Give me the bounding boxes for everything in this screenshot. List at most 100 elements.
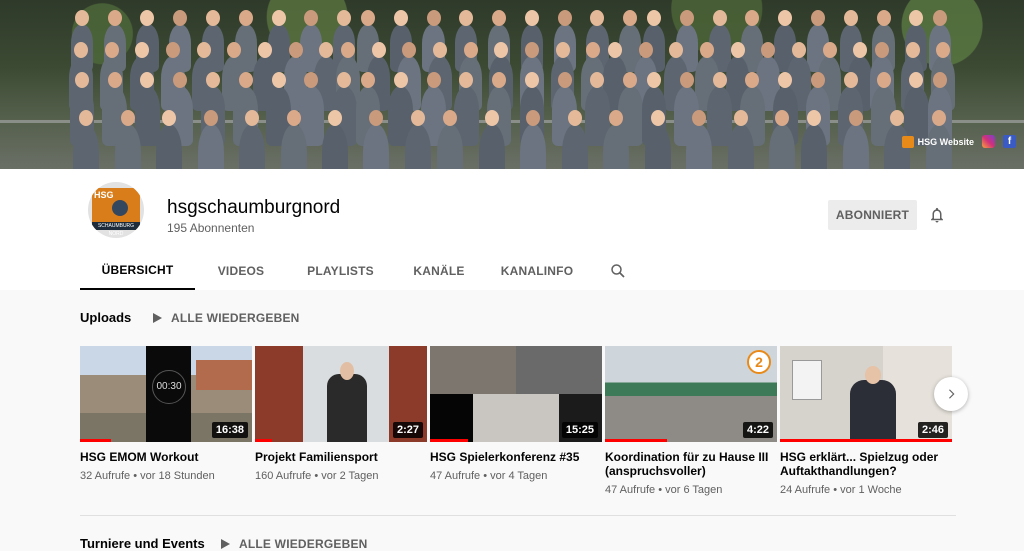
banner-person-head bbox=[607, 42, 622, 58]
banner-person-head bbox=[319, 42, 334, 58]
banner-person-head bbox=[393, 10, 408, 26]
banner-person-head bbox=[712, 72, 727, 88]
tab-videos[interactable]: VIDEOS bbox=[195, 251, 287, 290]
banner-person-head bbox=[107, 10, 122, 26]
banner-person-head bbox=[203, 110, 218, 126]
video-thumbnail[interactable]: 00:30 16:38 bbox=[80, 346, 252, 442]
video-meta: 32 Aufrufe • vor 18 Stunden bbox=[80, 470, 215, 482]
tab-playlists[interactable]: PLAYLISTS bbox=[287, 251, 394, 290]
video-title[interactable]: HSG EMOM Workout bbox=[80, 450, 252, 464]
banner-person-head bbox=[173, 10, 188, 26]
thumb-whiteboard bbox=[792, 360, 822, 400]
banner-person-head bbox=[459, 10, 474, 26]
video-views: 160 Aufrufe bbox=[255, 470, 312, 482]
banner-person-head bbox=[140, 10, 155, 26]
watch-progress bbox=[80, 439, 111, 442]
banner-person-head bbox=[647, 72, 662, 88]
banner-person-head bbox=[933, 10, 948, 26]
watch-progress bbox=[780, 439, 952, 442]
banner-person-head bbox=[650, 110, 665, 126]
video-meta: 24 Aufrufe • vor 1 Woche bbox=[780, 484, 902, 496]
banner-person-head bbox=[360, 72, 375, 88]
subscribe-button[interactable]: ABONNIERT bbox=[828, 200, 917, 230]
banner-person bbox=[114, 124, 141, 169]
banner-person-head bbox=[206, 10, 221, 26]
video-meta: 47 Aufrufe • vor 6 Tagen bbox=[605, 484, 723, 496]
banner-person-head bbox=[810, 72, 825, 88]
watch-progress bbox=[255, 439, 273, 442]
thumb-face bbox=[340, 362, 354, 380]
thumb-timer-text: 00:30 bbox=[152, 370, 186, 404]
banner-person-head bbox=[426, 10, 441, 26]
video-title[interactable]: Koordination für zu Hause III (anspruchs… bbox=[605, 450, 777, 478]
video-thumbnail[interactable]: 2 4:22 bbox=[605, 346, 777, 442]
banner-person-head bbox=[371, 42, 386, 58]
banner-person-head bbox=[647, 10, 662, 26]
banner-person-head bbox=[876, 10, 891, 26]
video-card[interactable]: 2:27 Projekt Familiensport 160 Aufrufe •… bbox=[255, 346, 427, 496]
banner-person-head bbox=[196, 42, 211, 58]
banner-person-head bbox=[245, 110, 260, 126]
banner-person-head bbox=[699, 42, 714, 58]
banner-person-head bbox=[524, 72, 539, 88]
channel-logo: HSG SCHAUMBURG NORD bbox=[92, 188, 140, 237]
banner-person-head bbox=[623, 10, 638, 26]
banner-person-head bbox=[761, 42, 776, 58]
banner-person bbox=[707, 86, 732, 146]
video-card[interactable]: 00:30 16:38 HSG EMOM Workout 32 Aufrufe … bbox=[80, 346, 252, 496]
banner-person-head bbox=[360, 10, 375, 26]
banner-person-head bbox=[492, 72, 507, 88]
facebook-icon[interactable]: f bbox=[1003, 135, 1016, 148]
tab-uebersicht[interactable]: ÜBERSICHT bbox=[80, 251, 195, 290]
banner-person-head bbox=[286, 110, 301, 126]
banner-person-head bbox=[557, 72, 572, 88]
channel-banner: HSG Website f bbox=[0, 0, 1024, 169]
watch-progress bbox=[605, 439, 667, 442]
shelf-next-button[interactable] bbox=[934, 377, 968, 411]
banner-person-head bbox=[369, 110, 384, 126]
banner-person bbox=[197, 124, 224, 169]
video-thumbnail[interactable]: 15:25 bbox=[430, 346, 602, 442]
video-duration: 2:46 bbox=[917, 422, 948, 438]
banner-person-head bbox=[778, 10, 793, 26]
banner-person bbox=[239, 124, 266, 169]
video-thumbnail[interactable]: 2:46 bbox=[780, 346, 952, 442]
banner-person-head bbox=[463, 42, 478, 58]
notification-bell-icon[interactable] bbox=[928, 206, 946, 224]
banner-person-head bbox=[843, 72, 858, 88]
tab-kanaele[interactable]: KANÄLE bbox=[394, 251, 484, 290]
video-card[interactable]: 2 4:22 Koordination für zu Hause III (an… bbox=[605, 346, 777, 496]
avatar[interactable]: HSG SCHAUMBURG NORD bbox=[88, 182, 144, 238]
banner-person-head bbox=[810, 10, 825, 26]
banner-person-head bbox=[304, 10, 319, 26]
video-duration: 2:27 bbox=[392, 422, 423, 438]
instagram-icon[interactable] bbox=[982, 135, 995, 148]
video-title[interactable]: HSG Spielerkonferenz #35 bbox=[430, 450, 602, 464]
uploads-play-all[interactable]: ALLE WIEDERGEBEN bbox=[153, 311, 300, 325]
tab-kanalinfo[interactable]: KANALINFO bbox=[484, 251, 590, 290]
uploads-shelf: 00:30 16:38 HSG EMOM Workout 32 Aufrufe … bbox=[80, 346, 952, 496]
banner-person-head bbox=[410, 110, 425, 126]
banner-person-head bbox=[774, 110, 789, 126]
banner-person bbox=[644, 124, 671, 169]
banner-person-head bbox=[557, 10, 572, 26]
banner-team-photo bbox=[69, 10, 994, 169]
video-title[interactable]: HSG erklärt... Spielzug oder Auftakthand… bbox=[780, 450, 952, 478]
banner-person-head bbox=[271, 10, 286, 26]
search-icon bbox=[611, 263, 625, 278]
video-age: vor 4 Tagen bbox=[490, 470, 548, 482]
thumb-house bbox=[196, 360, 252, 390]
website-link[interactable]: HSG Website bbox=[901, 135, 974, 148]
banner-person-head bbox=[712, 10, 727, 26]
video-thumbnail[interactable]: 2:27 bbox=[255, 346, 427, 442]
video-card[interactable]: 15:25 HSG Spielerkonferenz #35 47 Aufruf… bbox=[430, 346, 602, 496]
banner-person-head bbox=[874, 42, 889, 58]
tab-search[interactable] bbox=[590, 251, 646, 290]
video-views: 32 Aufrufe bbox=[80, 470, 131, 482]
video-title[interactable]: Projekt Familiensport bbox=[255, 450, 427, 464]
banner-person-head bbox=[848, 110, 863, 126]
banner-person-head bbox=[340, 42, 355, 58]
banner-person-head bbox=[933, 72, 948, 88]
video-card[interactable]: 2:46 HSG erklärt... Spielzug oder Auftak… bbox=[780, 346, 952, 496]
banner-person-head bbox=[876, 72, 891, 88]
